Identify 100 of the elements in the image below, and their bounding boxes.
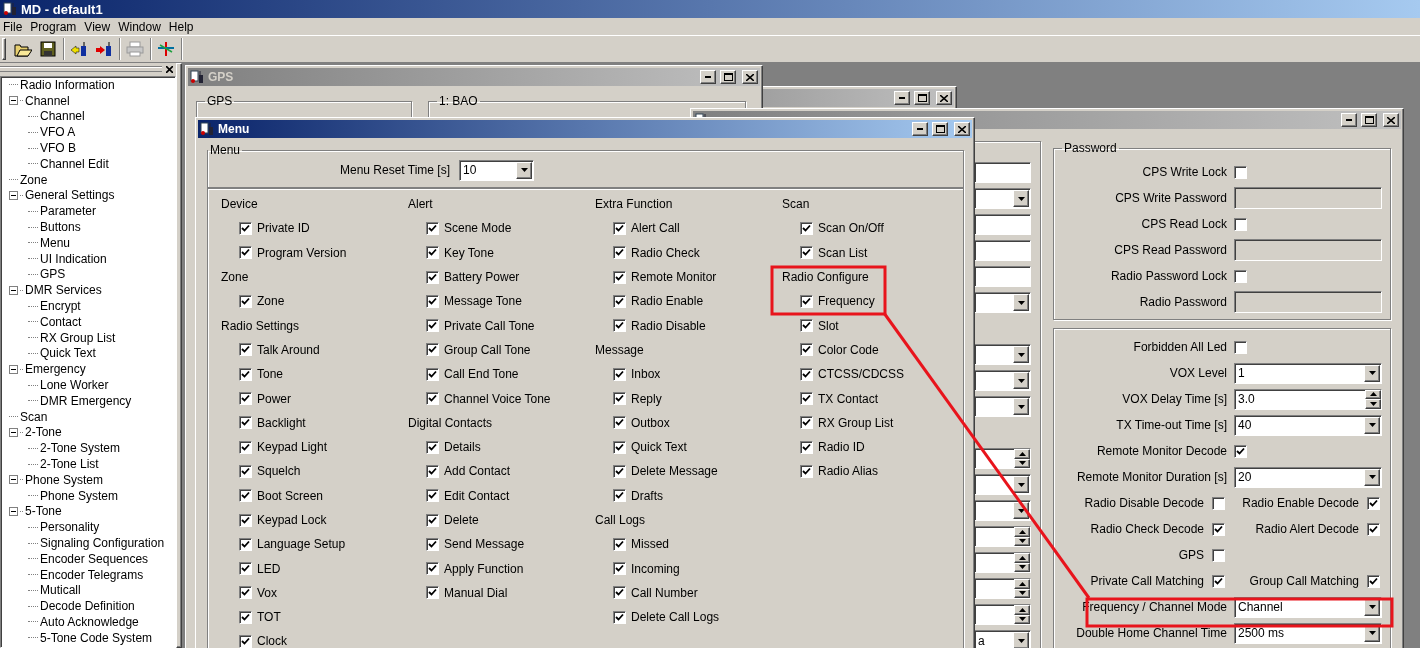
checkbox-label[interactable]: Private ID xyxy=(257,221,310,236)
checkbox-label[interactable]: Boot Screen xyxy=(257,488,324,503)
checkbox[interactable] xyxy=(239,513,252,527)
checkbox-label[interactable]: LED xyxy=(257,561,281,576)
tree-item[interactable]: VFO A xyxy=(40,125,76,140)
maximize-button[interactable] xyxy=(914,91,930,105)
password-field[interactable] xyxy=(1234,239,1382,261)
close-button[interactable] xyxy=(936,91,952,105)
checkbox[interactable] xyxy=(1367,574,1380,588)
checkbox[interactable] xyxy=(426,537,439,551)
spin-field[interactable] xyxy=(974,552,1031,573)
checkbox-label[interactable]: Tone xyxy=(257,367,284,382)
checkbox[interactable] xyxy=(613,392,626,405)
checkbox[interactable] xyxy=(239,343,252,357)
checkbox[interactable] xyxy=(426,586,439,600)
collapse-icon[interactable] xyxy=(9,506,18,516)
checkbox-label[interactable]: CTCSS/CDCSS xyxy=(818,367,904,382)
checkbox-label[interactable]: Add Contact xyxy=(444,464,511,479)
collapse-icon[interactable] xyxy=(9,364,18,374)
checkbox[interactable] xyxy=(800,416,813,430)
tree-item[interactable]: General Settings xyxy=(25,188,115,203)
dropdown[interactable]: 2500 ms xyxy=(1234,622,1382,644)
checkbox-label[interactable]: Delete Call Logs xyxy=(631,610,720,625)
checkbox-label[interactable]: Radio ID xyxy=(818,440,865,455)
checkbox-label[interactable]: Remote Monitor xyxy=(631,270,717,285)
checkbox-label[interactable]: Squelch xyxy=(257,464,301,479)
checkbox[interactable] xyxy=(613,537,626,551)
collapse-icon[interactable] xyxy=(9,96,18,106)
minimize-button[interactable] xyxy=(1341,113,1357,127)
checkbox[interactable] xyxy=(239,392,252,405)
checkbox[interactable] xyxy=(239,610,252,624)
dropdown[interactable]: 10 xyxy=(459,159,535,181)
minimize-button[interactable] xyxy=(912,122,928,136)
tree-item[interactable]: DMR Services xyxy=(25,283,102,298)
checkbox[interactable] xyxy=(239,246,252,260)
tree-item[interactable]: Phone System xyxy=(40,488,119,503)
checkbox-label[interactable]: Zone xyxy=(257,294,285,309)
tree-item[interactable]: Channel Edit xyxy=(40,156,109,171)
spin-buttons[interactable] xyxy=(1014,449,1030,468)
checkbox[interactable] xyxy=(800,464,813,478)
checkbox[interactable] xyxy=(613,610,626,624)
tree-item[interactable]: Buttons xyxy=(40,220,81,235)
checkbox[interactable] xyxy=(1234,269,1247,283)
checkbox-label[interactable]: Incoming xyxy=(631,561,680,576)
checkbox-label[interactable]: Keypad Lock xyxy=(257,513,327,527)
checkbox[interactable] xyxy=(239,416,252,430)
checkbox-label[interactable]: Details xyxy=(444,440,481,455)
checkbox[interactable] xyxy=(800,246,813,260)
spin-field[interactable] xyxy=(974,448,1031,469)
checkbox[interactable] xyxy=(239,489,252,503)
collapse-icon[interactable] xyxy=(9,427,18,437)
checkbox-label[interactable]: Quick Text xyxy=(631,440,687,455)
checkbox-label[interactable]: Language Setup xyxy=(257,537,346,552)
spin-field[interactable] xyxy=(974,578,1031,599)
checkbox[interactable] xyxy=(613,562,626,576)
close-button[interactable] xyxy=(954,122,970,136)
spin-buttons[interactable] xyxy=(1014,605,1030,624)
tree-item[interactable]: Auto Acknowledge xyxy=(40,615,139,629)
checkbox-label[interactable]: Key Tone xyxy=(444,245,494,260)
menubar-label[interactable]: Window xyxy=(115,19,166,34)
checkbox[interactable] xyxy=(239,294,252,308)
checkbox[interactable] xyxy=(1212,574,1225,588)
checkbox-label[interactable]: Clock xyxy=(257,634,287,648)
spin-field[interactable] xyxy=(974,526,1031,547)
menubar-label[interactable]: Help xyxy=(165,19,199,34)
checkbox-label[interactable]: Frequency xyxy=(818,294,875,309)
checkbox-label[interactable]: Outbox xyxy=(631,415,670,430)
checkbox-label[interactable]: Vox xyxy=(257,585,277,600)
spin-field[interactable]: 3.0 xyxy=(1234,388,1382,410)
checkbox[interactable] xyxy=(613,270,626,284)
tree-item[interactable]: Parameter xyxy=(40,204,97,219)
checkbox[interactable] xyxy=(1212,548,1225,562)
spin-buttons[interactable] xyxy=(1014,527,1030,546)
input-field[interactable] xyxy=(974,266,1031,287)
checkbox-label[interactable]: RX Group List xyxy=(818,415,894,430)
tree-item[interactable]: Channel xyxy=(40,109,85,124)
tree-item[interactable]: Scan xyxy=(20,409,48,424)
checkbox[interactable] xyxy=(239,562,252,576)
collapse-icon[interactable] xyxy=(9,190,18,200)
dropdown[interactable]: a xyxy=(974,630,1031,648)
checkbox[interactable] xyxy=(1234,340,1247,354)
checkbox-label[interactable]: TOT xyxy=(257,610,281,625)
checkbox[interactable] xyxy=(613,489,626,503)
checkbox[interactable] xyxy=(426,270,439,284)
checkbox-label[interactable]: Call Number xyxy=(631,585,698,600)
tree-item[interactable]: Emergency xyxy=(25,362,86,377)
tree-item[interactable]: DMR Emergency xyxy=(40,393,132,408)
checkbox[interactable] xyxy=(239,464,252,478)
tree-item[interactable]: Encoder Telegrams xyxy=(40,567,144,582)
dropdown[interactable]: 40 xyxy=(1234,414,1382,436)
close-icon[interactable] xyxy=(166,66,173,73)
checkbox[interactable] xyxy=(613,319,626,333)
tree-item[interactable]: Menu xyxy=(40,235,71,250)
checkbox[interactable] xyxy=(426,294,439,308)
checkbox[interactable] xyxy=(800,367,813,381)
tree-item[interactable]: Decode Definition xyxy=(40,599,135,614)
checkbox-label[interactable]: Apply Function xyxy=(444,561,524,576)
checkbox[interactable] xyxy=(613,246,626,260)
checkbox[interactable] xyxy=(613,221,626,235)
checkbox-label[interactable]: TX Contact xyxy=(818,391,879,406)
